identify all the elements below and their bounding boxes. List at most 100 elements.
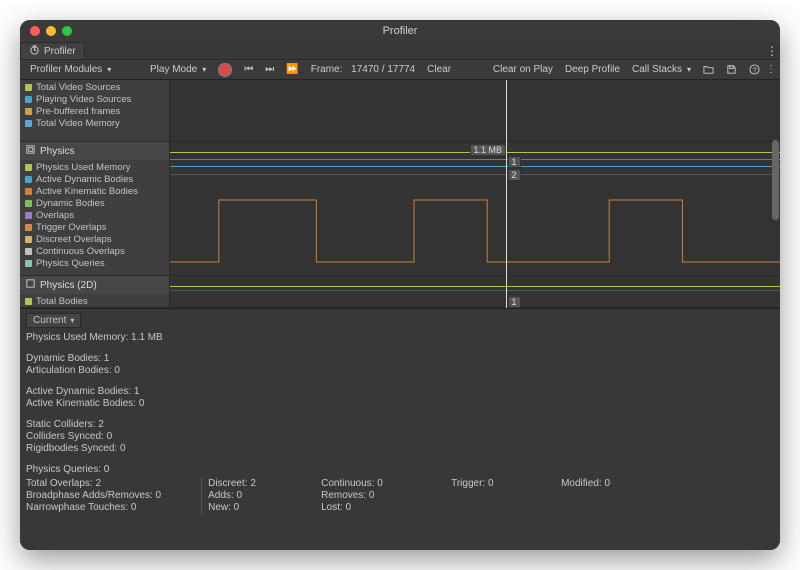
stat-modified: Modified: 0 <box>561 478 671 489</box>
legend-item[interactable]: Physics Used Memory <box>23 161 166 173</box>
legend-label: Overlaps <box>36 210 74 221</box>
call-stacks-dropdown[interactable]: Call Stacks <box>626 61 697 79</box>
record-button[interactable] <box>212 61 238 79</box>
legend-label: Physics Used Memory <box>36 162 131 173</box>
chart-area: Total Video SourcesPlaying Video Sources… <box>20 80 780 308</box>
window-title: Profiler <box>20 25 780 37</box>
legend-item[interactable]: Playing Video Sources <box>23 93 166 105</box>
stat-broadphase: Broadphase Adds/Removes: 0 <box>26 490 161 501</box>
legend-label: Active Dynamic Bodies <box>36 174 133 185</box>
chart-canvas[interactable]: 1.1 MB 1 2 1 <box>170 80 780 308</box>
current-dropdown[interactable]: Current <box>26 313 81 328</box>
legend-swatch <box>25 200 32 207</box>
legend-item[interactable]: Physics Queries <box>23 257 166 269</box>
details-panel: Current Physics Used Memory: 1.1 MB Dyna… <box>20 308 780 550</box>
open-file-icon[interactable] <box>697 61 720 79</box>
legend-item[interactable]: Active Dynamic Bodies <box>23 173 166 185</box>
stat-total-overlaps: Total Overlaps: 2 <box>26 478 161 489</box>
chart-mem-label: 1.1 MB <box>470 144 507 156</box>
legend-swatch <box>25 224 32 231</box>
deep-profile-button[interactable]: Deep Profile <box>559 61 626 79</box>
chart-zone-physics: 1.1 MB 1 2 <box>170 142 780 276</box>
legend-swatch <box>25 96 32 103</box>
prev-frame-button[interactable]: ⏮ <box>238 61 259 79</box>
legend-swatch <box>25 212 32 219</box>
chart-zone-physics2d: 1 <box>170 276 780 308</box>
chart-flag-2d: 1 <box>508 296 521 308</box>
save-icon[interactable] <box>720 61 743 79</box>
chart-flag-1: 1 <box>508 156 521 168</box>
skip-back-icon: ⏮ <box>244 64 253 75</box>
stat-trigger: Trigger: 0 <box>451 478 521 489</box>
stat-narrowphase: Narrowphase Touches: 0 <box>26 502 161 513</box>
legend-item[interactable]: Trigger Overlaps <box>23 221 166 233</box>
legend-swatch <box>25 84 32 91</box>
module-header-physics2d: Physics (2D) <box>20 276 169 294</box>
legend-label: Continuous Overlaps <box>36 246 125 257</box>
tab-profiler[interactable]: Profiler <box>20 42 85 59</box>
chart-scrollbar[interactable] <box>772 140 779 220</box>
profiler-window: Profiler Profiler ⋮ Profiler Modules Pla… <box>20 20 780 550</box>
content-area: Total Video SourcesPlaying Video Sources… <box>20 80 780 550</box>
stat-discreet: Discreet: 2 <box>208 478 281 489</box>
legend-label: Pre-buffered frames <box>36 106 120 117</box>
legend-swatch <box>25 188 32 195</box>
series-active-kinematic <box>170 142 780 276</box>
legend-swatch <box>25 236 32 243</box>
legend-swatch <box>25 176 32 183</box>
legend-label: Trigger Overlaps <box>36 222 106 233</box>
legend-item[interactable]: Pre-buffered frames <box>23 105 166 117</box>
playhead[interactable] <box>506 80 507 308</box>
stat-adds: Adds: 0 <box>208 490 281 501</box>
toolbar-menu-icon[interactable]: ⋮ <box>766 64 776 75</box>
chart-flag-2: 2 <box>508 169 521 181</box>
play-mode-dropdown[interactable]: Play Mode <box>144 61 212 79</box>
record-icon <box>219 64 231 76</box>
tab-row: Profiler ⋮ <box>20 42 780 60</box>
legend-swatch <box>25 260 32 267</box>
tab-menu-icon[interactable]: ⋮ <box>764 42 780 59</box>
stat-active-dynamic: Active Dynamic Bodies: 1 <box>26 386 774 397</box>
legend-item[interactable]: Continuous Overlaps <box>23 245 166 257</box>
stat-removes: Removes: 0 <box>321 490 411 501</box>
clear-button[interactable]: Clear <box>421 61 457 79</box>
legend-swatch <box>25 120 32 127</box>
stat-new: New: 0 <box>208 502 281 513</box>
clear-on-play-button[interactable]: Clear on Play <box>487 61 559 79</box>
profiler-icon <box>29 44 40 58</box>
next-frame-button[interactable]: ⏭ <box>259 61 280 79</box>
help-icon[interactable]: ? <box>743 61 766 79</box>
legend-swatch <box>25 164 32 171</box>
legend-swatch <box>25 298 32 305</box>
stat-rigid-sync: Rigidbodies Synced: 0 <box>26 443 774 454</box>
stat-articulation: Articulation Bodies: 0 <box>26 365 774 376</box>
legend-item[interactable]: Total Video Memory <box>23 117 166 129</box>
legend-label: Physics Queries <box>36 258 105 269</box>
chart-zone-video <box>170 80 780 142</box>
physics-icon <box>25 144 36 158</box>
legend-item[interactable]: Dynamic Bodies <box>23 197 166 209</box>
profiler-modules-dropdown[interactable]: Profiler Modules <box>24 61 144 79</box>
fast-forward-icon: ⏩ <box>286 64 298 75</box>
svg-text:?: ? <box>752 65 756 74</box>
tab-label: Profiler <box>44 46 76 57</box>
stat-active-kinematic: Active Kinematic Bodies: 0 <box>26 398 774 409</box>
legend-item[interactable]: Total Bodies <box>23 295 166 307</box>
legend-label: Dynamic Bodies <box>36 198 105 209</box>
toolbar: Profiler Modules Play Mode ⏮ ⏭ ⏩ Frame: … <box>20 60 780 80</box>
stat-coll-sync: Colliders Synced: 0 <box>26 431 774 442</box>
stat-lost: Lost: 0 <box>321 502 411 513</box>
legend-item[interactable]: Active Kinematic Bodies <box>23 185 166 197</box>
legend-item[interactable]: Total Video Sources <box>23 81 166 93</box>
stat-continuous: Continuous: 0 <box>321 478 411 489</box>
legend-swatch <box>25 108 32 115</box>
module-physics2d[interactable]: Physics (2D) Total Bodies <box>20 276 169 308</box>
stat-dynamic: Dynamic Bodies: 1 <box>26 353 774 364</box>
physics2d-icon <box>25 278 36 292</box>
last-frame-button[interactable]: ⏩ <box>280 61 304 79</box>
legend-item[interactable]: Overlaps <box>23 209 166 221</box>
legend-label: Total Bodies <box>36 296 88 307</box>
legend-item[interactable]: Discreet Overlaps <box>23 233 166 245</box>
module-physics[interactable]: Physics Physics Used MemoryActive Dynami… <box>20 142 169 276</box>
module-video[interactable]: Total Video SourcesPlaying Video Sources… <box>20 80 169 142</box>
